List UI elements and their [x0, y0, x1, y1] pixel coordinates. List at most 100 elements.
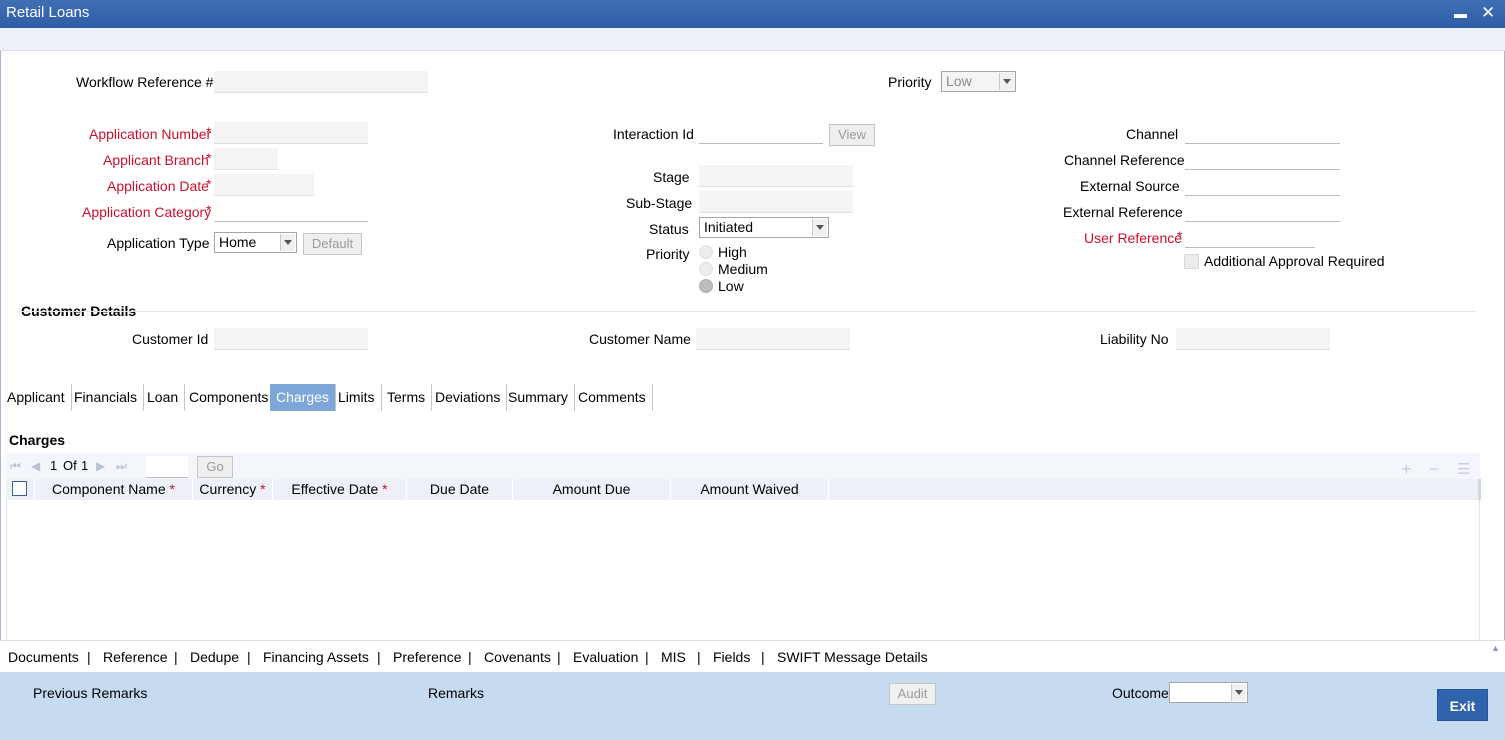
channel-label: Channel [1126, 126, 1179, 142]
window-title: Retail Loans [6, 4, 90, 21]
tab-summary[interactable]: Summary [502, 384, 575, 411]
link-fields[interactable]: Fields [713, 649, 750, 665]
interaction-priority-label: Priority [646, 246, 690, 262]
interaction-id-input[interactable] [699, 122, 823, 144]
application-type-label: Application Type [107, 235, 210, 251]
page-total: 1 [81, 458, 89, 473]
application-date-label: Application Date [107, 178, 209, 194]
user-reference-input[interactable] [1185, 226, 1315, 248]
column-effective-date[interactable]: Effective Date * [273, 479, 407, 500]
tab-charges[interactable]: Charges [270, 384, 336, 411]
workflow-reference-input[interactable] [214, 71, 428, 93]
workflow-reference-label: Workflow Reference # [76, 74, 214, 90]
close-icon[interactable]: ✕ [1481, 3, 1495, 23]
column-label: Effective Date [291, 481, 379, 497]
window-titlebar: Retail Loans ▬ ✕ [0, 0, 1505, 28]
liability-no-input[interactable] [1176, 328, 1330, 350]
minimize-icon[interactable]: ▬ [1454, 6, 1467, 21]
link-documents[interactable]: Documents [8, 649, 79, 665]
external-reference-input[interactable] [1185, 200, 1340, 222]
first-page-icon[interactable]: ⏮ [10, 459, 21, 474]
required-marker: * [382, 481, 388, 497]
tab-loan[interactable]: Loan [141, 384, 186, 411]
tab-limits[interactable]: Limits [332, 384, 382, 411]
last-page-icon[interactable]: ⏭ [116, 459, 127, 474]
priority-option-medium: Medium [718, 261, 768, 277]
outcome-select[interactable] [1169, 682, 1248, 703]
required-marker: * [206, 150, 212, 166]
link-preference[interactable]: Preference [393, 649, 461, 665]
application-type-select[interactable]: Home [214, 232, 297, 253]
page-number-input[interactable] [146, 456, 188, 478]
tab-components[interactable]: Components [183, 384, 276, 411]
remarks-label: Remarks [428, 685, 485, 701]
required-marker: * [206, 176, 212, 192]
status-value: Initiated [704, 219, 754, 235]
link-separator: | [697, 649, 701, 665]
priority-option-low: Low [718, 278, 744, 294]
external-source-input[interactable] [1185, 174, 1340, 196]
application-category-input[interactable] [214, 200, 368, 222]
stage-input[interactable] [699, 165, 853, 187]
default-button[interactable]: Default [303, 233, 362, 255]
link-separator: | [247, 649, 251, 665]
link-reference[interactable]: Reference [103, 649, 168, 665]
channel-input[interactable] [1185, 122, 1340, 144]
go-button[interactable]: Go [197, 456, 233, 478]
delete-row-icon[interactable]: − [1429, 459, 1440, 480]
tab-applicant[interactable]: Applicant [1, 384, 72, 411]
column-currency[interactable]: Currency * [193, 479, 273, 500]
link-financing-assets[interactable]: Financing Assets [263, 649, 369, 665]
audit-button[interactable]: Audit [889, 683, 936, 705]
additional-approval-checkbox[interactable] [1184, 254, 1199, 269]
application-number-input[interactable] [214, 122, 368, 144]
external-reference-label: External Reference [1063, 204, 1183, 220]
select-all-cell [6, 479, 35, 500]
add-row-icon[interactable]: + [1401, 459, 1412, 480]
customer-id-input[interactable] [214, 328, 368, 350]
tab-comments[interactable]: Comments [572, 384, 653, 411]
priority-radio-high[interactable] [699, 245, 713, 259]
required-marker: * [206, 202, 212, 218]
previous-remarks-label[interactable]: Previous Remarks [33, 685, 147, 701]
chevron-down-icon [999, 73, 1014, 90]
priority-radio-low[interactable] [699, 279, 713, 293]
applicant-branch-label: Applicant Branch [103, 152, 209, 168]
select-all-checkbox[interactable] [12, 481, 27, 496]
external-source-label: External Source [1080, 178, 1180, 194]
chevron-down-icon [280, 234, 295, 251]
view-button[interactable]: View [829, 124, 875, 146]
link-evaluation[interactable]: Evaluation [573, 649, 638, 665]
footer-bar: Previous Remarks Remarks Audit Outcome E… [0, 672, 1505, 740]
tab-terms[interactable]: Terms [381, 384, 433, 411]
list-view-icon[interactable]: ☰ [1457, 460, 1470, 478]
column-due-date[interactable]: Due Date [407, 479, 513, 500]
link-swift-message-details[interactable]: SWIFT Message Details [777, 649, 928, 665]
status-label: Status [649, 221, 689, 237]
application-date-input[interactable] [214, 174, 314, 196]
column-component-name[interactable]: Component Name * [35, 479, 193, 500]
exit-button[interactable]: Exit [1437, 689, 1488, 721]
link-covenants[interactable]: Covenants [484, 649, 551, 665]
prev-page-icon[interactable]: ◀ [31, 459, 40, 473]
customer-name-input[interactable] [696, 328, 850, 350]
status-select[interactable]: Initiated [699, 217, 829, 238]
header-priority-select[interactable]: Low [941, 71, 1016, 92]
next-page-icon[interactable]: ▶ [96, 459, 105, 473]
link-mis[interactable]: MIS [661, 649, 686, 665]
header-priority-label: Priority [888, 74, 932, 90]
applicant-branch-input[interactable] [214, 148, 278, 170]
grid-scrollbar[interactable] [1478, 479, 1481, 500]
column-amount-waived[interactable]: Amount Waived [671, 479, 829, 500]
collapse-icon[interactable]: ▲ [1491, 643, 1500, 653]
tab-financials[interactable]: Financials [68, 384, 145, 411]
required-marker: * [169, 481, 175, 497]
channel-reference-input[interactable] [1185, 148, 1340, 170]
substage-input[interactable] [699, 191, 853, 213]
column-amount-due[interactable]: Amount Due [513, 479, 671, 500]
priority-radio-medium[interactable] [699, 262, 713, 276]
tab-deviations[interactable]: Deviations [429, 384, 508, 411]
channel-reference-label: Channel Reference [1064, 152, 1185, 168]
link-dedupe[interactable]: Dedupe [190, 649, 239, 665]
subscreen-links: Documents | Reference | Dedupe | Financi… [0, 640, 1505, 672]
